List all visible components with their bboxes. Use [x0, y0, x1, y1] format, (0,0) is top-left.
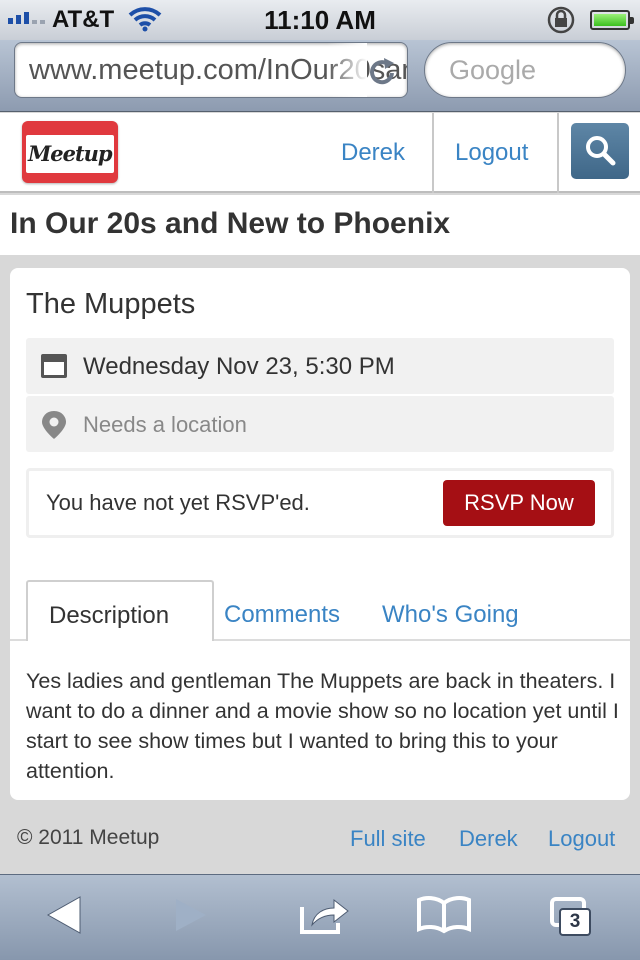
event-date: Wednesday Nov 23, 5:30 PM — [83, 353, 395, 380]
bookmarks-icon[interactable] — [416, 895, 472, 935]
calendar-icon — [41, 354, 67, 378]
battery-icon — [590, 10, 634, 30]
tab-whos-going[interactable]: Who's Going — [382, 601, 519, 629]
logo-wordmark: Meetup — [28, 141, 113, 166]
header-user-link[interactable]: Derek — [341, 139, 405, 167]
reload-icon[interactable] — [369, 57, 397, 87]
group-title-bar: In Our 20s and New to Phoenix — [0, 195, 640, 255]
tab-comments[interactable]: Comments — [224, 601, 340, 629]
copyright-text: © 2011 Meetup — [17, 826, 160, 849]
share-icon[interactable] — [298, 895, 350, 935]
search-field[interactable]: Google — [424, 42, 626, 98]
footer-logout-link[interactable]: Logout — [548, 826, 615, 852]
back-arrow-icon[interactable] — [46, 895, 82, 935]
rsvp-box: You have not yet RSVP'ed. RSVP Now — [26, 468, 614, 538]
event-title: The Muppets — [26, 288, 196, 320]
search-icon — [586, 136, 616, 166]
tab-count-badge[interactable]: 3 — [559, 908, 591, 936]
footer-user-link[interactable]: Derek — [459, 826, 518, 852]
tab-description-label: Description — [49, 602, 170, 629]
event-location-row: Needs a location — [26, 396, 614, 452]
forward-arrow-icon[interactable] — [174, 895, 210, 935]
rsvp-status: You have not yet RSVP'ed. — [46, 490, 310, 515]
rsvp-now-button[interactable]: RSVP Now — [443, 480, 595, 526]
browser-toolbar — [0, 874, 640, 960]
search-placeholder: Google — [449, 55, 537, 85]
footer-full-site-link[interactable]: Full site — [350, 826, 426, 852]
status-bar: AT&T 11:10 AM — [0, 0, 640, 40]
rotation-lock-icon — [547, 6, 575, 34]
header-logout-link[interactable]: Logout — [455, 139, 528, 167]
event-date-row: Wednesday Nov 23, 5:30 PM — [26, 338, 614, 394]
event-location: Needs a location — [83, 412, 247, 437]
site-header: Meetup Derek Logout — [0, 113, 640, 193]
tab-description[interactable]: Description — [26, 580, 214, 641]
event-card: The Muppets Wednesday Nov 23, 5:30 PM Ne… — [10, 268, 630, 800]
search-button[interactable] — [571, 123, 629, 179]
meetup-logo[interactable]: Meetup — [22, 121, 118, 183]
browser-address-bar: www.meetup.com/InOur20sandNewtoPhoenix G… — [0, 40, 640, 112]
group-title[interactable]: In Our 20s and New to Phoenix — [10, 207, 450, 241]
url-field[interactable]: www.meetup.com/InOur20sandNewtoPhoenix — [14, 42, 408, 98]
header-divider — [557, 113, 559, 193]
header-divider — [432, 113, 434, 193]
map-pin-icon — [42, 411, 66, 439]
event-description: Yes ladies and gentleman The Muppets are… — [26, 669, 619, 783]
